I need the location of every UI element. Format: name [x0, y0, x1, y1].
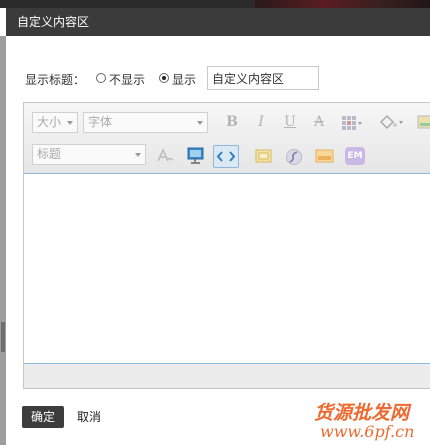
radio-show-label[interactable]: 显示	[172, 71, 196, 88]
dialog-titlebar[interactable]: 自定义内容区	[6, 8, 430, 36]
cancel-button[interactable]: 取消	[72, 406, 106, 428]
show-title-label: 显示标题：	[25, 73, 86, 87]
watermark-line2: www.6pf.cn	[320, 422, 415, 441]
format-select[interactable]: 标题	[32, 144, 146, 165]
insert-image-icon[interactable]	[254, 148, 274, 165]
backdrop-scroll-mark	[1, 322, 5, 352]
rich-text-editor: 大小 字体 B I U A 标题 EM	[23, 102, 430, 389]
show-title-row: 显示标题： 不显示 显示	[6, 66, 430, 92]
title-input[interactable]	[207, 66, 319, 90]
ok-button[interactable]: 确定	[22, 406, 64, 428]
font-family-select[interactable]: 字体	[83, 112, 208, 133]
editor-statusbar	[24, 364, 430, 388]
radio-hide[interactable]	[96, 73, 106, 83]
flash-icon[interactable]	[285, 148, 303, 166]
fill-color-icon[interactable]	[378, 113, 404, 131]
font-family-value: 字体	[88, 115, 113, 129]
table-icon[interactable]	[341, 115, 363, 131]
chevron-down-icon	[197, 121, 203, 125]
clear-format-icon[interactable]	[155, 147, 175, 165]
underline-icon[interactable]: U	[278, 111, 302, 133]
source-code-button[interactable]	[213, 145, 239, 168]
watermark-line1: 货源批发网	[314, 402, 410, 424]
source-code-icon	[216, 151, 236, 162]
font-size-value: 大小	[37, 115, 62, 129]
dialog-title: 自定义内容区	[17, 15, 90, 29]
strikethrough-icon[interactable]: A	[307, 111, 331, 133]
site-watermark: 货源批发网 www.6pf.cn	[314, 398, 430, 445]
radio-hide-label[interactable]: 不显示	[109, 71, 145, 88]
chevron-down-icon	[67, 121, 73, 125]
image-icon[interactable]	[417, 115, 430, 129]
editor-content-area[interactable]	[24, 173, 430, 364]
font-size-select[interactable]: 大小	[32, 112, 78, 133]
italic-icon[interactable]: I	[249, 111, 273, 133]
format-value: 标题	[37, 147, 62, 161]
editor-toolbar: 大小 字体 B I U A 标题 EM	[24, 103, 430, 173]
slideshow-icon[interactable]	[186, 147, 206, 165]
emoticon-icon[interactable]: EM	[345, 147, 365, 165]
radio-show[interactable]	[159, 73, 169, 83]
backdrop-photo	[255, 0, 430, 8]
gallery-icon[interactable]	[315, 149, 335, 164]
bold-icon[interactable]: B	[220, 111, 244, 133]
custom-content-dialog: 自定义内容区 显示标题： 不显示 显示 大小 字体 B I U A	[6, 8, 430, 445]
chevron-down-icon	[135, 153, 141, 157]
